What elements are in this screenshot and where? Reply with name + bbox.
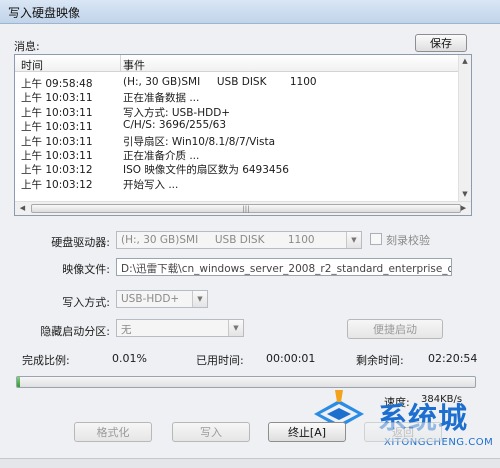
log-row[interactable]: 上午 09:58:48 (H:, 30 GB)SMI USB DISK 1100 [15, 75, 459, 90]
progress-value: 0.01% [112, 352, 147, 365]
progress-bar [16, 376, 476, 388]
col-time-header[interactable]: 时间 [21, 57, 43, 73]
remaining-value: 02:20:54 [428, 352, 478, 365]
hidden-partition-select[interactable]: 无 ▼ [116, 319, 244, 337]
verify-checkbox[interactable] [370, 233, 382, 245]
log-event: C/H/S: 3696/255/63 [123, 119, 227, 132]
message-log[interactable]: 时间 事件 上午 09:58:48 (H:, 30 GB)SMI USB DISK… [14, 54, 472, 216]
hidden-partition-value: 无 [121, 324, 132, 336]
vertical-scrollbar[interactable]: ▲ ▼ [458, 55, 471, 201]
write-button[interactable]: 写入 [172, 422, 250, 442]
stop-button[interactable]: 终止[A] [268, 422, 346, 442]
status-bar [0, 458, 500, 468]
format-button[interactable]: 格式化 [74, 422, 152, 442]
log-row[interactable]: 上午 10:03:11 正在准备数据 ... [15, 89, 459, 104]
elapsed-value: 00:00:01 [266, 352, 316, 365]
elapsed-label: 已用时间: [196, 354, 244, 367]
remaining-label: 剩余时间: [356, 354, 404, 367]
quick-boot-button[interactable]: 便捷启动 [347, 319, 443, 339]
back-button[interactable]: 返回 [364, 422, 442, 442]
messages-label: 消息: [14, 40, 40, 53]
save-button[interactable]: 保存 [415, 34, 467, 52]
log-rows: 上午 09:58:48 (H:, 30 GB)SMI USB DISK 1100 上… [15, 75, 459, 191]
title-bar: 写入硬盘映像 [0, 0, 500, 24]
log-row[interactable]: 上午 10:03:11 引导扇区: Win10/8.1/8/7/Vista [15, 133, 459, 148]
column-divider[interactable] [120, 55, 121, 72]
window-title: 写入硬盘映像 [8, 6, 81, 20]
progress-label: 完成比例: [22, 354, 70, 367]
hidden-partition-label: 隐藏启动分区: [40, 325, 110, 338]
log-row[interactable]: 上午 10:03:11 正在准备介质 ... [15, 147, 459, 162]
image-file-field[interactable]: D:\迅雷下载\cn_windows_server_2008_r2_standa… [116, 258, 452, 276]
log-time: 上午 10:03:12 [21, 178, 93, 191]
chevron-down-icon[interactable]: ▼ [346, 232, 361, 248]
log-row[interactable]: 上午 10:03:11 写入方式: USB-HDD+ [15, 104, 459, 119]
scroll-left-icon[interactable]: ◀ [16, 202, 29, 215]
log-row[interactable]: 上午 10:03:11 C/H/S: 3696/255/63 [15, 118, 459, 133]
chevron-down-icon[interactable]: ▼ [228, 320, 243, 336]
log-row[interactable]: 上午 10:03:12 ISO 映像文件的扇区数为 6493456 [15, 161, 459, 176]
log-header: 时间 事件 [15, 55, 471, 72]
image-file-path: D:\迅雷下载\cn_windows_server_2008_r2_standa… [121, 263, 452, 275]
col-event-header[interactable]: 事件 [123, 57, 145, 73]
write-mode-select[interactable]: USB-HDD+ ▼ [116, 290, 208, 308]
image-file-label: 映像文件: [62, 263, 110, 276]
write-mode-label: 写入方式: [62, 296, 110, 309]
verify-label: 刻录校验 [386, 234, 430, 247]
drive-select[interactable]: (H:, 30 GB)SMI USB DISK 1100 ▼ [116, 231, 362, 249]
drive-label: 硬盘驱动器: [51, 236, 110, 249]
scroll-up-icon[interactable]: ▲ [459, 55, 471, 68]
scroll-right-icon[interactable]: ▶ [457, 202, 470, 215]
scroll-thumb[interactable]: ||| [31, 204, 461, 213]
drive-select-value: (H:, 30 GB)SMI USB DISK 1100 [121, 234, 315, 246]
horizontal-scrollbar[interactable]: ◀ ||| ▶ [15, 201, 471, 215]
chevron-down-icon[interactable]: ▼ [192, 291, 207, 307]
log-event: (H:, 30 GB)SMI USB DISK 1100 [123, 76, 317, 88]
log-row[interactable]: 上午 10:03:12 开始写入 ... [15, 176, 459, 191]
log-event: 开始写入 ... [123, 178, 179, 191]
write-mode-value: USB-HDD+ [121, 293, 180, 305]
scroll-down-icon[interactable]: ▼ [459, 188, 471, 201]
progress-fill [17, 377, 20, 387]
